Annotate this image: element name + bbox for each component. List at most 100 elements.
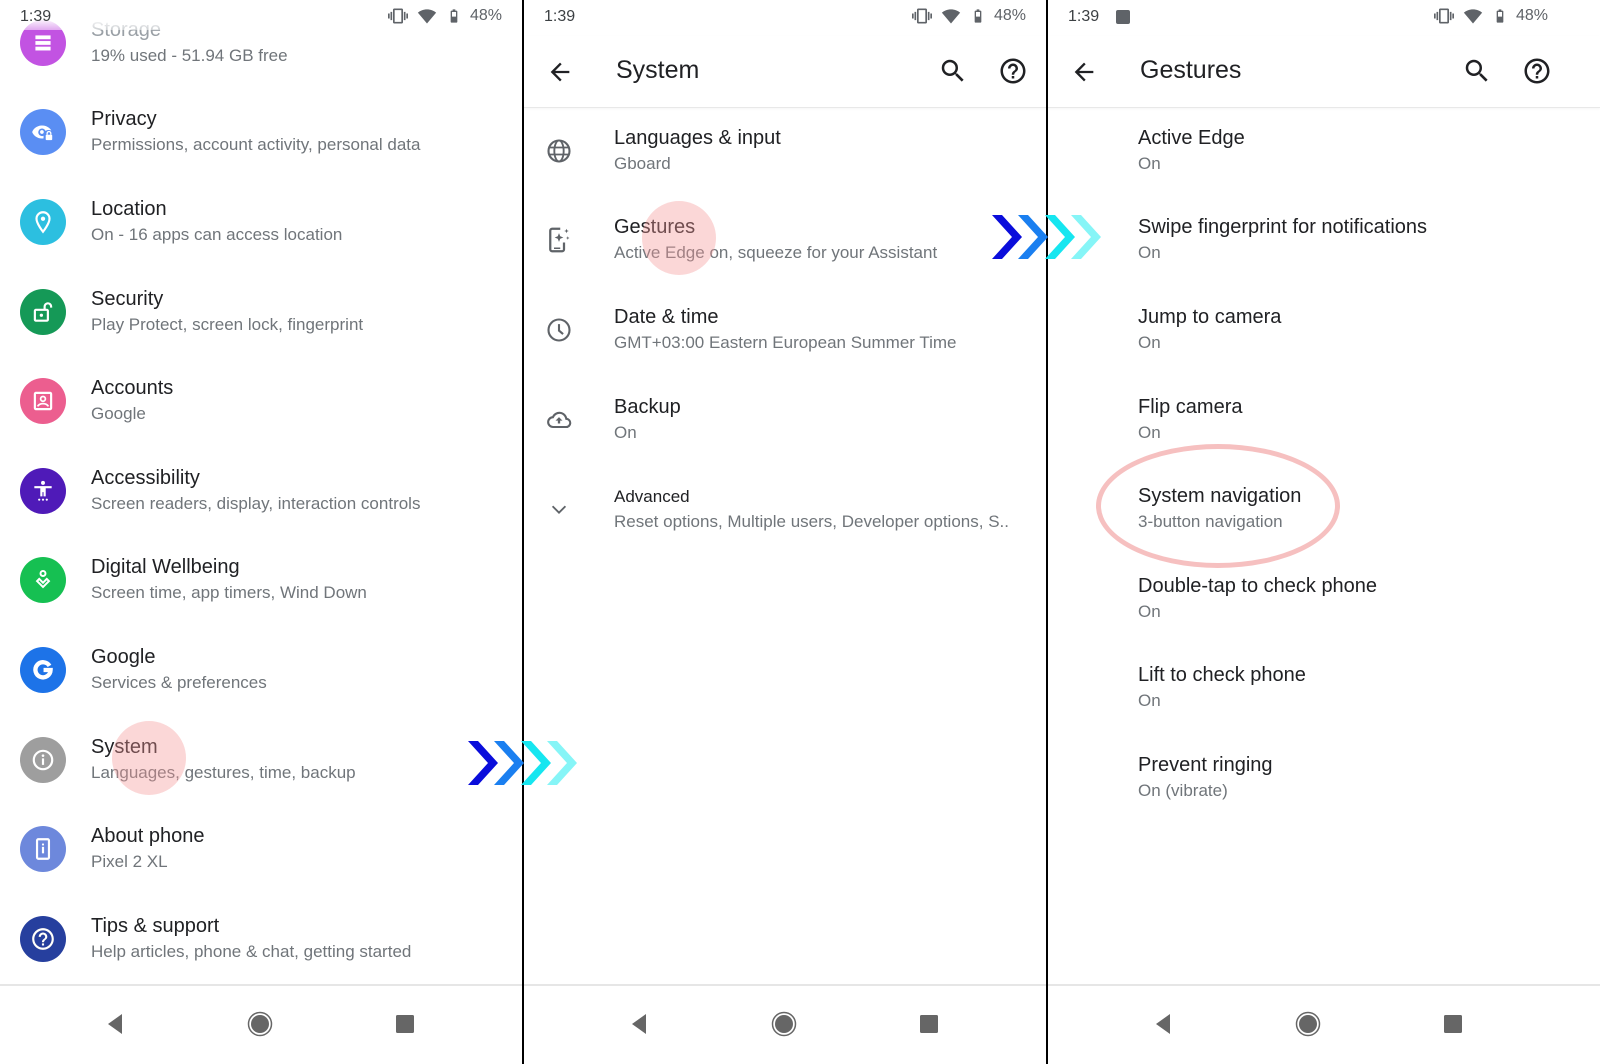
app-bar: Gestures	[1048, 36, 1600, 108]
vibrate-icon	[1434, 6, 1454, 26]
item-title: Jump to camera	[1138, 305, 1282, 328]
system-info-icon	[20, 736, 66, 783]
gesture-item-jump-to-camera[interactable]: Jump to camera On	[1048, 285, 1600, 375]
system-panel: 1:39 48% System Languages & input Gboard …	[524, 0, 1046, 1064]
item-title: Security	[91, 287, 164, 310]
nav-bar	[0, 984, 522, 1064]
item-subtitle: On	[1138, 243, 1161, 263]
panel-divider	[1046, 0, 1048, 1064]
item-title: System	[91, 735, 158, 758]
system-item-date-time[interactable]: Date & time GMT+03:00 Eastern European Su…	[524, 285, 1046, 375]
gesture-item-flip-camera[interactable]: Flip camera On	[1048, 375, 1600, 465]
search-icon[interactable]	[938, 56, 968, 86]
gesture-item-lift-to-check[interactable]: Lift to check phone On	[1048, 644, 1600, 734]
system-item-gestures[interactable]: Gestures Active Edge on, squeeze for your…	[524, 196, 1046, 286]
system-item-languages[interactable]: Languages & input Gboard	[524, 106, 1046, 196]
nav-recents-button[interactable]	[1433, 1004, 1473, 1044]
security-icon	[20, 288, 66, 335]
tips-support-icon	[20, 915, 66, 962]
status-bar: 1:39 48%	[524, 0, 1046, 36]
item-title: Date & time	[614, 305, 719, 328]
help-icon[interactable]	[998, 56, 1028, 86]
back-arrow-icon[interactable]	[546, 58, 574, 86]
back-triangle-icon	[108, 1014, 122, 1034]
item-subtitle: Gboard	[614, 153, 671, 173]
item-subtitle: Google	[91, 404, 146, 424]
nav-bar	[524, 984, 1046, 1064]
settings-item-security[interactable]: Security Play Protect, screen lock, finge…	[0, 267, 522, 357]
item-subtitle: On (vibrate)	[1138, 780, 1228, 800]
nav-home-button[interactable]	[764, 1004, 804, 1044]
settings-item-accessibility[interactable]: Accessibility Screen readers, display, in…	[0, 446, 522, 536]
item-title: Location	[91, 197, 167, 220]
gesture-item-system-navigation[interactable]: System navigation 3-button navigation	[1048, 464, 1600, 554]
item-subtitle: Languages, gestures, time, backup	[91, 762, 356, 782]
item-subtitle: On	[1138, 691, 1161, 711]
item-subtitle: On	[1138, 422, 1161, 442]
settings-item-accounts[interactable]: Accounts Google	[0, 356, 522, 446]
accessibility-icon	[20, 467, 66, 514]
settings-item-google[interactable]: Google Services & preferences	[0, 625, 522, 715]
home-circle-icon	[1295, 1011, 1321, 1037]
home-circle-icon	[771, 1011, 797, 1037]
about-phone-icon	[20, 826, 66, 873]
settings-item-tips-support[interactable]: Tips & support Help articles, phone & cha…	[0, 894, 522, 984]
system-item-advanced[interactable]: Advanced Reset options, Multiple users, D…	[524, 464, 1046, 554]
status-bar: 1:39 48%	[1048, 0, 1600, 36]
nav-back-button[interactable]	[95, 1004, 135, 1044]
item-title: Advanced	[614, 487, 690, 507]
system-item-backup[interactable]: Backup On	[524, 375, 1046, 465]
status-bar: 1:39 48%	[0, 0, 522, 30]
item-subtitle: Reset options, Multiple users, Developer…	[614, 512, 1009, 532]
settings-item-system[interactable]: System Languages, gestures, time, backup	[0, 715, 522, 805]
item-subtitle: Active Edge on, squeeze for your Assista…	[614, 243, 938, 263]
item-subtitle: Pixel 2 XL	[91, 852, 168, 872]
item-title: Gestures	[614, 216, 696, 239]
nav-home-button[interactable]	[240, 1004, 280, 1044]
settings-item-privacy[interactable]: Privacy Permissions, account activity, pe…	[0, 88, 522, 178]
settings-item-digital-wellbeing[interactable]: Digital Wellbeing Screen time, app timers…	[0, 536, 522, 626]
battery-icon	[446, 6, 462, 26]
settings-item-about-phone[interactable]: About phone Pixel 2 XL	[0, 804, 522, 894]
item-title: Prevent ringing	[1138, 753, 1273, 776]
nav-back-button[interactable]	[619, 1004, 659, 1044]
wifi-icon	[416, 6, 438, 26]
gesture-item-swipe-fingerprint[interactable]: Swipe fingerprint for notifications On	[1048, 196, 1600, 286]
help-icon[interactable]	[1522, 56, 1552, 86]
location-icon	[20, 198, 66, 245]
back-triangle-icon	[632, 1014, 646, 1034]
accounts-icon	[20, 378, 66, 425]
back-triangle-icon	[1156, 1014, 1170, 1034]
gesture-item-prevent-ringing[interactable]: Prevent ringing On (vibrate)	[1048, 733, 1600, 823]
cloud-upload-icon	[544, 405, 574, 435]
wifi-icon	[940, 6, 962, 26]
nav-recents-button[interactable]	[909, 1004, 949, 1044]
item-subtitle: GMT+03:00 Eastern European Summer Time	[614, 332, 957, 352]
recents-square-icon	[396, 1015, 414, 1033]
gesture-item-double-tap[interactable]: Double-tap to check phone On	[1048, 554, 1600, 644]
gestures-icon	[544, 225, 574, 255]
privacy-icon	[20, 109, 66, 156]
item-title: Flip camera	[1138, 395, 1243, 418]
settings-item-location[interactable]: Location On - 16 apps can access location	[0, 177, 522, 267]
item-title: Google	[91, 645, 156, 668]
search-icon[interactable]	[1462, 56, 1492, 86]
nav-home-button[interactable]	[1288, 1004, 1328, 1044]
status-time: 1:39	[544, 8, 576, 25]
digital-wellbeing-icon	[20, 557, 66, 604]
image-notification-icon	[1116, 10, 1130, 24]
nav-recents-button[interactable]	[385, 1004, 425, 1044]
item-title: Lift to check phone	[1138, 664, 1306, 687]
gesture-item-active-edge[interactable]: Active Edge On	[1048, 106, 1600, 196]
item-title: Swipe fingerprint for notifications	[1138, 216, 1428, 239]
item-title: Backup	[614, 395, 681, 418]
item-title: Accessibility	[91, 466, 200, 489]
item-title: Digital Wellbeing	[91, 556, 240, 579]
page-title: Gestures	[1140, 56, 1242, 84]
item-subtitle: Services & preferences	[91, 672, 267, 692]
back-arrow-icon[interactable]	[1070, 58, 1098, 86]
nav-back-button[interactable]	[1143, 1004, 1183, 1044]
page-title: System	[616, 56, 700, 84]
item-subtitle: Screen time, app timers, Wind Down	[91, 583, 367, 603]
item-subtitle: Help articles, phone & chat, getting sta…	[91, 941, 412, 961]
